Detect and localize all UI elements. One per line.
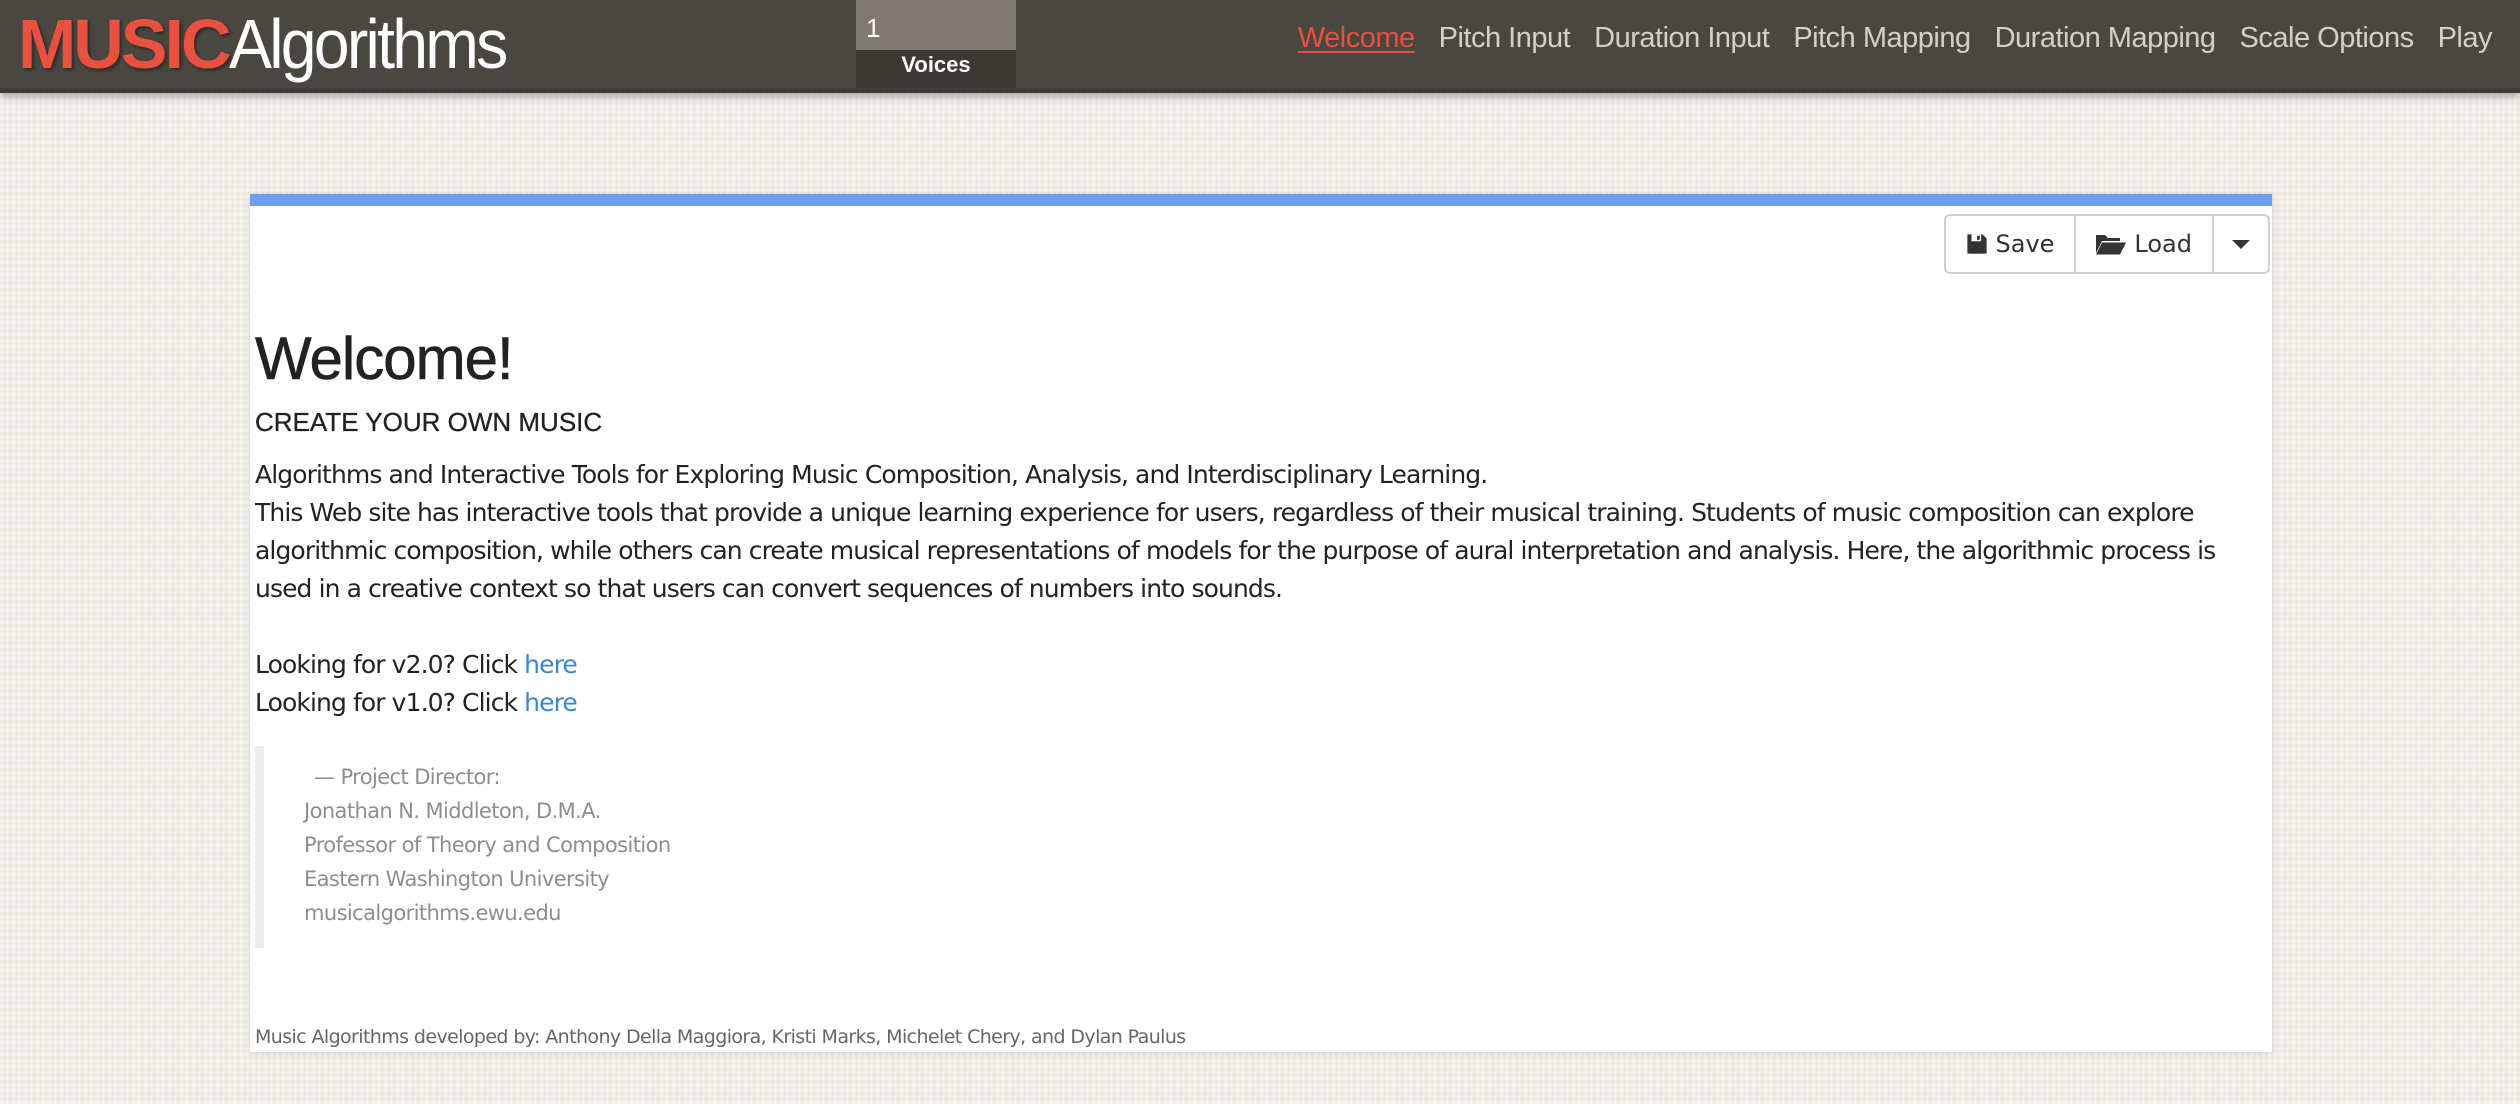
- load-button[interactable]: Load: [2076, 216, 2214, 272]
- version-link-v2: Looking for v2.0? Click here: [255, 646, 2265, 684]
- description: This Web site has interactive tools that…: [255, 498, 2216, 603]
- credits-footer: Music Algorithms developed by: Anthony D…: [255, 1026, 1186, 1048]
- main-nav: Welcome Pitch Input Duration Input Pitch…: [1298, 22, 2493, 55]
- version-v1-text: Looking for v1.0? Click: [255, 688, 525, 717]
- floppy-disk-icon: [1966, 234, 1987, 254]
- save-load-group: Save Load: [1943, 214, 2270, 274]
- voices-input[interactable]: [856, 0, 1016, 50]
- save-label: Save: [1995, 230, 2055, 258]
- save-button[interactable]: Save: [1945, 216, 2077, 272]
- folder-open-icon: [2096, 235, 2127, 255]
- version-v2-text: Looking for v2.0? Click: [255, 650, 525, 679]
- nav-play[interactable]: Play: [2438, 22, 2493, 55]
- quote-line: musicalgorithms.ewu.edu: [304, 901, 562, 925]
- brand-light: Algorithms: [228, 5, 508, 83]
- quote-line: Eastern Washington University: [304, 867, 610, 891]
- tagline: Algorithms and Interactive Tools for Exp…: [255, 460, 1488, 489]
- quote-line: Professor of Theory and Composition: [304, 833, 671, 857]
- brand-logo[interactable]: MUSIC Algorithms: [18, 2, 529, 86]
- intro-text: Algorithms and Interactive Tools for Exp…: [255, 456, 2265, 722]
- page-subtitle: CREATE YOUR OWN MUSIC: [255, 407, 603, 437]
- v2-here-link[interactable]: here: [524, 650, 578, 679]
- load-label: Load: [2134, 230, 2192, 258]
- quote-role: — Project Director:: [314, 765, 500, 789]
- voices-control: Voices: [856, 0, 1016, 88]
- navbar: MUSICAlgorithms Voices Welcome Pitch Inp…: [0, 0, 2520, 93]
- main-content: Welcome! CREATE YOUR OWN MUSIC Algorithm…: [255, 324, 2265, 948]
- nav-pitch-mapping[interactable]: Pitch Mapping: [1793, 22, 1971, 55]
- caret-down-icon: [2232, 239, 2250, 249]
- page-title: Welcome!: [255, 325, 514, 393]
- nav-duration-mapping[interactable]: Duration Mapping: [1995, 22, 2216, 55]
- v1-here-link[interactable]: here: [524, 688, 578, 717]
- director-quote: — Project Director: Jonathan N. Middleto…: [255, 746, 2265, 948]
- welcome-card: Save Load Welcome! CREATE YOUR OWN MUSIC…: [250, 194, 2272, 1052]
- accent-bar: [250, 194, 2272, 206]
- nav-duration-input[interactable]: Duration Input: [1594, 22, 1770, 55]
- more-options-dropdown[interactable]: [2214, 216, 2268, 272]
- nav-scale-options[interactable]: Scale Options: [2240, 22, 2415, 55]
- version-link-v1: Looking for v1.0? Click here: [255, 684, 2265, 722]
- voices-label: Voices: [901, 52, 971, 77]
- quote-line: Jonathan N. Middleton, D.M.A.: [304, 799, 601, 823]
- nav-welcome[interactable]: Welcome: [1298, 22, 1415, 55]
- brand-bold: MUSIC: [18, 5, 232, 83]
- nav-pitch-input[interactable]: Pitch Input: [1439, 22, 1571, 55]
- version-links: Looking for v2.0? Click here Looking for…: [255, 646, 2265, 722]
